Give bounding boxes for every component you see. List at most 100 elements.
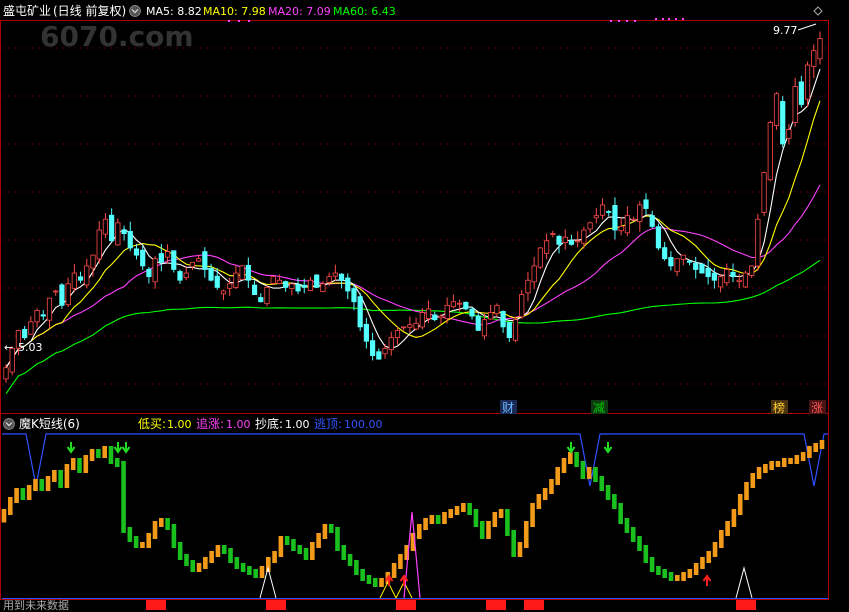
indicator-bar: [706, 551, 712, 563]
event-tag-reduction[interactable]: 减: [593, 401, 605, 415]
indicator-bar: [599, 476, 605, 491]
indicator-bar: [763, 464, 768, 473]
indicator-bar: [159, 518, 164, 527]
candle-body: [264, 287, 270, 305]
candle-body: [581, 229, 587, 244]
price-low-label: 5.03: [18, 341, 43, 354]
indicator-bar: [20, 488, 26, 500]
event-tag-limit-up[interactable]: 涨: [811, 400, 823, 415]
stock-name[interactable]: 盛屯矿业: [3, 3, 51, 18]
indicator-bar: [687, 569, 693, 578]
candle-body: [432, 314, 438, 321]
indicator-name[interactable]: 魔K短线(6): [19, 416, 80, 431]
candle-body: [450, 301, 456, 308]
indicator-bar: [725, 521, 730, 536]
candle-body: [767, 122, 773, 181]
candle-body: [637, 204, 643, 222]
indicator-bar: [165, 518, 170, 530]
indicator-bar: [77, 458, 82, 473]
candle-body: [525, 279, 531, 294]
candle-body: [65, 283, 71, 306]
indicator-bar: [454, 506, 460, 515]
indicator-settings-icon[interactable]: [3, 418, 15, 430]
event-tag-ranking[interactable]: 榜: [773, 400, 785, 415]
candle-body: [599, 204, 606, 216]
chart-mode[interactable]: (日线 前复权): [53, 3, 126, 18]
candle-body: [382, 347, 388, 355]
candle-body: [115, 222, 121, 246]
candle-body: [40, 314, 46, 317]
indicator-bar: [442, 512, 447, 524]
candle-body: [643, 199, 649, 209]
candle-body: [183, 272, 189, 279]
indicator-bar: [681, 572, 686, 581]
indicator-bar: [347, 554, 353, 566]
candle-body: [686, 260, 693, 263]
signal-dot: [634, 20, 636, 22]
candle-body: [276, 279, 283, 284]
indicator-bar: [108, 446, 114, 464]
indicator-bar: [473, 509, 479, 527]
indicator-bar: [819, 440, 825, 449]
indicator-bar: [190, 560, 196, 572]
indicator-bar: [479, 521, 485, 539]
candle-body: [283, 281, 289, 288]
indicator-bar: [152, 521, 158, 539]
candle-body: [736, 279, 742, 282]
candle-body: [196, 258, 202, 262]
indicator-bar: [297, 545, 303, 554]
indicator-bar: [328, 524, 334, 533]
indicator-bar: [284, 536, 290, 545]
indicator-bar: [618, 503, 623, 524]
signal-dot: [228, 20, 230, 22]
candle-body: [668, 257, 674, 267]
indicator-bar: [140, 542, 145, 548]
candle-body: [481, 319, 488, 337]
indicator-bar: [335, 527, 340, 551]
candle-body: [457, 302, 463, 305]
signal-block: [266, 600, 286, 610]
candle-body: [394, 330, 401, 338]
candle-body: [488, 312, 494, 320]
candle-body: [146, 268, 152, 278]
candle-body: [326, 276, 332, 283]
indicator-bar: [719, 530, 724, 548]
indicator-bar: [209, 551, 214, 563]
candle-body: [562, 236, 568, 243]
price-low-arrow-icon: ←: [4, 341, 13, 354]
indicator-bar: [429, 515, 435, 524]
ma5-value: MA5: 8.82: [146, 5, 202, 18]
indicator-bar: [700, 557, 705, 569]
indicator-bar: [1, 509, 7, 523]
indicator-bottom-label: 抄底:: [255, 416, 283, 431]
candle-body: [531, 265, 537, 283]
candle-body: [494, 304, 500, 315]
indicator-bar: [26, 485, 32, 500]
ma-settings-icon[interactable]: [129, 5, 141, 17]
candle-body: [202, 251, 208, 270]
indicator-bar: [215, 545, 221, 557]
candle-body: [233, 272, 239, 288]
candle-body: [624, 215, 630, 234]
candle-body: [84, 265, 90, 286]
candle-body: [618, 226, 624, 232]
indicator-bar: [416, 524, 422, 539]
indicator-bar: [612, 494, 617, 509]
candle-body: [34, 309, 40, 323]
indicator-escape-label: 逃顶:: [314, 417, 342, 431]
indicator-bar: [542, 488, 548, 500]
candle-body: [680, 254, 686, 260]
indicator-bar: [360, 569, 365, 581]
indicator-bar: [637, 536, 642, 551]
candle-body: [289, 283, 295, 289]
candle-body: [425, 308, 432, 320]
indicator-bar: [549, 479, 554, 494]
signal-block: [524, 600, 544, 610]
indicator-bar: [45, 476, 51, 491]
candle-body: [59, 284, 65, 306]
event-tag-earnings[interactable]: 财: [502, 401, 514, 415]
indicator-bar: [14, 488, 19, 503]
indicator-bar: [467, 503, 472, 515]
watermark: 6070.com: [40, 20, 194, 53]
indicator-bar: [530, 503, 535, 527]
